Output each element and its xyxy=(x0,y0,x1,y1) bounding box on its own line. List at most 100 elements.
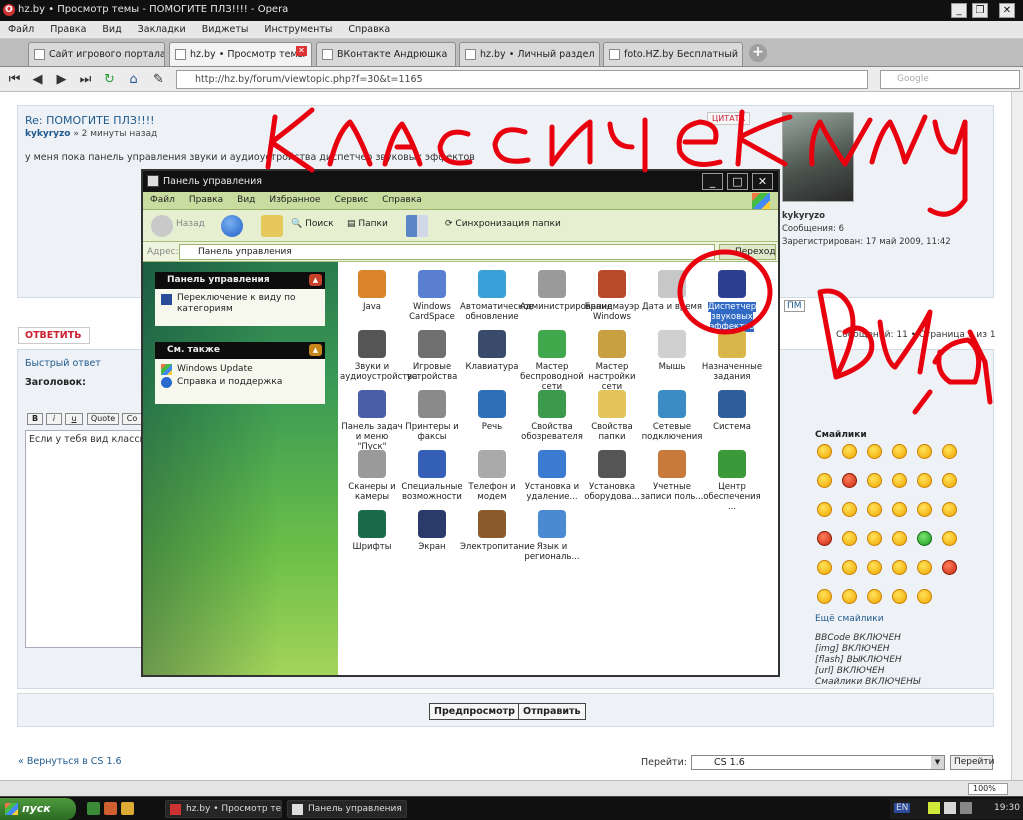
smiley-icon[interactable] xyxy=(892,473,907,488)
cp-item-add-remove[interactable]: Установка и удаление... xyxy=(520,450,584,502)
cp-item-scanner[interactable]: Сканеры и камеры xyxy=(340,450,404,502)
tab-3[interactable]: ВКонтакте Андрюшка xyxy=(316,42,456,66)
cp-item-printer[interactable]: Принтеры и факсы xyxy=(400,390,464,442)
smiley-icon[interactable] xyxy=(842,531,857,546)
collapse-icon[interactable]: ▲ xyxy=(309,274,322,286)
home-icon[interactable]: ⌂ xyxy=(125,71,142,88)
quicklaunch-icon[interactable] xyxy=(121,802,134,815)
cp-close-button[interactable]: ✕ xyxy=(752,173,773,190)
jump-select[interactable]: CS 1.6 ▼ xyxy=(691,755,945,770)
reply-button[interactable]: ОТВЕТИТЬ xyxy=(18,327,90,344)
cp-maximize-button[interactable]: □ xyxy=(727,173,748,190)
cp-item-display[interactable]: Экран xyxy=(400,510,464,552)
smiley-icon[interactable] xyxy=(867,502,882,517)
cp-item-power[interactable]: Электропитание xyxy=(460,510,535,552)
smiley-icon[interactable] xyxy=(817,473,832,488)
cp-item-accessibility[interactable]: Специальные возможности xyxy=(400,450,464,502)
tab-close-icon[interactable]: ✕ xyxy=(296,46,307,56)
cp-minimize-button[interactable]: _ xyxy=(702,173,723,190)
taskbar-item-control-panel[interactable]: Панель управления xyxy=(287,800,407,818)
cp-item-admin-tools[interactable]: Администрирование xyxy=(520,270,612,312)
smiley-icon[interactable] xyxy=(942,444,957,459)
cp-item-fonts[interactable]: Шрифты xyxy=(340,510,404,552)
cp-item-cardspace[interactable]: Windows CardSpace xyxy=(400,270,464,322)
bold-button[interactable]: B xyxy=(27,413,43,425)
smiley-icon[interactable] xyxy=(842,473,857,488)
post-author[interactable]: kykyryzo xyxy=(25,129,70,139)
smiley-icon[interactable] xyxy=(817,444,832,459)
address-input[interactable]: http://hz.by/forum/viewtopic.php?f=30&t=… xyxy=(176,70,868,89)
post-title[interactable]: Re: ПОМОГИТЕ ПЛЗ!!!! xyxy=(25,114,155,127)
cp-item-internet-options[interactable]: Свойства обозревателя xyxy=(520,390,584,442)
italic-button[interactable]: i xyxy=(46,413,62,425)
cp-address-input[interactable]: Панель управления xyxy=(179,244,715,260)
smiley-icon[interactable] xyxy=(892,531,907,546)
cp-side-header[interactable]: Панель управления ▲ xyxy=(155,272,325,289)
smiley-icon[interactable] xyxy=(917,589,932,604)
smiley-icon[interactable] xyxy=(892,560,907,575)
cp-item-sound[interactable]: Звуки и аудиоустройства xyxy=(340,330,417,382)
smiley-icon[interactable] xyxy=(917,444,932,459)
rewind-icon[interactable]: ⏮ xyxy=(6,71,23,88)
smiley-icon[interactable] xyxy=(917,560,932,575)
cp-item-keyboard[interactable]: Клавиатура xyxy=(460,330,524,372)
cp-menu-tools[interactable]: Сервис xyxy=(328,192,376,205)
cp-menu-help[interactable]: Справка xyxy=(375,192,429,205)
smiley-icon[interactable] xyxy=(842,502,857,517)
code-format-button[interactable]: Co xyxy=(122,413,142,425)
cp-forward-icon[interactable] xyxy=(221,215,243,237)
cp-item-phone-modem[interactable]: Телефон и модем xyxy=(460,450,524,502)
smiley-icon[interactable] xyxy=(942,502,957,517)
cp-item-firewall[interactable]: Брандмауэр Windows xyxy=(580,270,644,322)
pm-button[interactable]: ПМ xyxy=(784,300,805,312)
cp-item-gamepad[interactable]: Игровые устройства xyxy=(400,330,464,382)
cp-go-button[interactable]: Переход xyxy=(719,244,776,260)
new-tab-icon[interactable]: + xyxy=(749,44,767,62)
tab-4[interactable]: hz.by • Личный раздел xyxy=(459,42,600,66)
smiley-icon[interactable] xyxy=(892,502,907,517)
cp-item-security-center[interactable]: Центр обеспечения ... xyxy=(700,450,764,512)
smiley-icon[interactable] xyxy=(892,589,907,604)
collapse-icon[interactable]: ▲ xyxy=(309,344,322,356)
smiley-icon[interactable] xyxy=(867,589,882,604)
smiley-icon[interactable] xyxy=(817,560,832,575)
smiley-icon[interactable] xyxy=(842,589,857,604)
cp-item-update[interactable]: Автоматическое обновление xyxy=(460,270,534,322)
cp-item-system[interactable]: Система xyxy=(700,390,764,432)
cp-item-mouse[interactable]: Мышь xyxy=(640,330,704,372)
profile-name[interactable]: kykyryzo xyxy=(782,210,951,223)
cp-menu-edit[interactable]: Правка xyxy=(182,192,230,205)
cp-back-label[interactable]: Назад xyxy=(176,219,205,229)
cp-back-icon[interactable] xyxy=(151,215,173,237)
quicklaunch-icon[interactable] xyxy=(87,802,100,815)
taskbar-item-opera[interactable]: hz.by • Просмотр те... xyxy=(165,800,282,818)
switch-category-view-link[interactable]: Переключение к виду по категориям xyxy=(161,293,325,319)
underline-button[interactable]: u xyxy=(65,413,83,425)
quicklaunch-icon[interactable] xyxy=(104,802,117,815)
smiley-icon[interactable] xyxy=(867,560,882,575)
help-support-link[interactable]: Справка и поддержка xyxy=(161,376,325,389)
forward-icon[interactable]: ▶ xyxy=(53,71,70,88)
back-link[interactable]: « Вернуться в CS 1.6 xyxy=(18,756,122,767)
cp-menu-file[interactable]: Файл xyxy=(143,192,182,205)
volume-icon[interactable] xyxy=(960,802,972,814)
zoom-level[interactable]: 100% xyxy=(968,783,1008,795)
cp-item-wireless[interactable]: Мастер беспроводной сети xyxy=(520,330,584,392)
windows-update-link[interactable]: Windows Update xyxy=(161,363,325,376)
minimize-button[interactable]: _ xyxy=(951,3,967,18)
menu-view[interactable]: Вид xyxy=(94,21,129,35)
cp-item-speech[interactable]: Речь xyxy=(460,390,524,432)
close-button[interactable]: ✕ xyxy=(999,3,1015,18)
smiley-icon[interactable] xyxy=(867,444,882,459)
tray-icon[interactable] xyxy=(928,802,940,814)
smiley-icon[interactable] xyxy=(817,531,832,546)
cp-item-clock[interactable]: Дата и время xyxy=(640,270,704,312)
restore-button[interactable]: ❐ xyxy=(972,3,988,18)
smiley-icon[interactable] xyxy=(817,589,832,604)
smiley-icon[interactable] xyxy=(917,531,932,546)
preview-button[interactable]: Предпросмотр xyxy=(429,703,520,720)
smiley-icon[interactable] xyxy=(817,502,832,517)
cp-menu-view[interactable]: Вид xyxy=(230,192,262,205)
cp-views-icon[interactable] xyxy=(406,215,428,237)
go-button[interactable]: Перейти xyxy=(950,755,995,770)
